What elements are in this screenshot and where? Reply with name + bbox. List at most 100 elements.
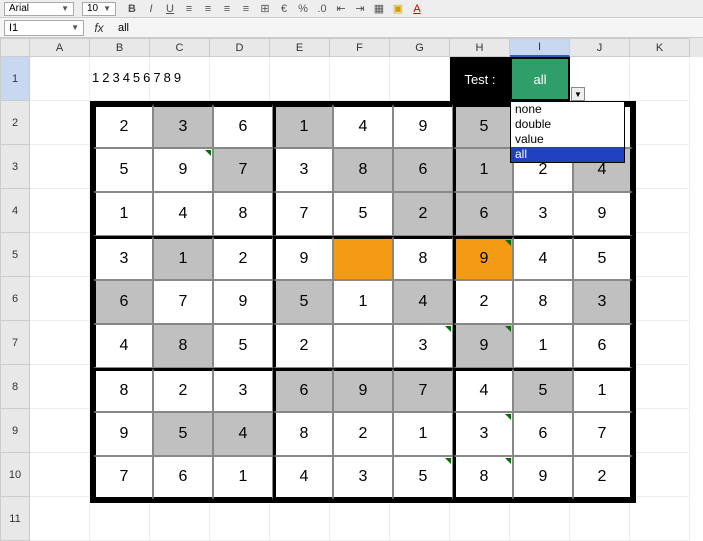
sudoku-cell-r9-c1[interactable]: 7 [93,456,153,500]
currency-icon[interactable]: € [276,2,292,16]
sudoku-cell-r1-c4[interactable]: 1 [273,104,333,148]
sudoku-cell-r4-c3[interactable]: 2 [213,236,273,280]
sudoku-cell-r9-c4[interactable]: 4 [273,456,333,500]
sudoku-cell-r5-c8[interactable]: 8 [513,280,573,324]
col-header-g[interactable]: G [390,38,450,57]
sudoku-cell-r4-c9[interactable]: 5 [573,236,633,280]
sudoku-cell-r3-c7[interactable]: 6 [453,192,513,236]
borders-icon[interactable]: ▦ [371,2,387,16]
validation-dropdown[interactable]: nonedoublevalueall [510,101,625,163]
font-size-selector[interactable]: 10 ▼ [82,2,116,16]
sudoku-cell-r9-c7[interactable]: 8 [453,456,513,500]
sudoku-cell-r8-c2[interactable]: 5 [153,412,213,456]
sudoku-cell-r2-c7[interactable]: 1 [453,148,513,192]
fx-label[interactable]: fx [84,21,114,35]
row-header-5[interactable]: 5 [0,233,30,277]
col-header-j[interactable]: J [570,38,630,57]
select-all-corner[interactable] [0,38,30,57]
sudoku-cell-r3-c9[interactable]: 9 [573,192,633,236]
sudoku-cell-r1-c3[interactable]: 6 [213,104,273,148]
bold-icon[interactable]: B [124,2,140,16]
col-header-b[interactable]: B [90,38,150,57]
font-name-selector[interactable]: Arial ▼ [4,2,74,16]
sudoku-cell-r4-c1[interactable]: 3 [93,236,153,280]
sudoku-cell-r3-c8[interactable]: 3 [513,192,573,236]
formula-input[interactable]: all [114,22,703,34]
sudoku-cell-r8-c4[interactable]: 8 [273,412,333,456]
sudoku-cell-r8-c5[interactable]: 2 [333,412,393,456]
sudoku-cell-r8-c6[interactable]: 1 [393,412,453,456]
indent-dec-icon[interactable]: ⇤ [333,2,349,16]
col-header-k[interactable]: K [630,38,690,57]
sudoku-cell-r7-c7[interactable]: 4 [453,368,513,412]
sudoku-cell-r7-c8[interactable]: 5 [513,368,573,412]
sudoku-cell-r2-c1[interactable]: 5 [93,148,153,192]
align-center-icon[interactable]: ≡ [200,2,216,16]
sudoku-cell-r1-c6[interactable]: 9 [393,104,453,148]
sudoku-cell-r6-c9[interactable]: 6 [573,324,633,368]
sudoku-cell-r9-c3[interactable]: 1 [213,456,273,500]
cell-area[interactable]: 123456789 Test : all ▼ nonedoublevalueal… [30,57,703,541]
sudoku-cell-r4-c8[interactable]: 4 [513,236,573,280]
sudoku-cell-r7-c3[interactable]: 3 [213,368,273,412]
sudoku-cell-r9-c8[interactable]: 9 [513,456,573,500]
col-header-h[interactable]: H [450,38,510,57]
row-header-9[interactable]: 9 [0,409,30,453]
sudoku-cell-r8-c3[interactable]: 4 [213,412,273,456]
sudoku-cell-r9-c6[interactable]: 5 [393,456,453,500]
underline-icon[interactable]: U [162,2,178,16]
col-header-d[interactable]: D [210,38,270,57]
fill-color-icon[interactable]: ▣ [390,2,406,16]
sudoku-cell-r5-c1[interactable]: 6 [93,280,153,324]
row-header-4[interactable]: 4 [0,189,30,233]
sudoku-cell-r2-c2[interactable]: 9 [153,148,213,192]
sudoku-cell-r1-c7[interactable]: 5 [453,104,513,148]
sudoku-cell-r4-c4[interactable]: 9 [273,236,333,280]
sudoku-cell-r6-c1[interactable]: 4 [93,324,153,368]
row-header-3[interactable]: 3 [0,145,30,189]
sudoku-cell-r8-c8[interactable]: 6 [513,412,573,456]
sudoku-cell-r1-c2[interactable]: 3 [153,104,213,148]
dropdown-item-all[interactable]: all [511,147,624,162]
sudoku-cell-r4-c2[interactable]: 1 [153,236,213,280]
row-header-7[interactable]: 7 [0,321,30,365]
row-header-11[interactable]: 11 [0,497,30,541]
sudoku-cell-r6-c4[interactable]: 2 [273,324,333,368]
dropdown-item-double[interactable]: double [511,117,624,132]
sudoku-cell-r5-c6[interactable]: 4 [393,280,453,324]
align-right-icon[interactable]: ≡ [219,2,235,16]
sudoku-cell-r7-c6[interactable]: 7 [393,368,453,412]
sudoku-cell-r3-c2[interactable]: 4 [153,192,213,236]
sudoku-cell-r1-c5[interactable]: 4 [333,104,393,148]
align-justify-icon[interactable]: ≡ [238,2,254,16]
row-header-6[interactable]: 6 [0,277,30,321]
italic-icon[interactable]: I [143,2,159,16]
sudoku-cell-r3-c3[interactable]: 8 [213,192,273,236]
active-cell-i1[interactable]: all [510,57,570,101]
sudoku-cell-r7-c4[interactable]: 6 [273,368,333,412]
sudoku-cell-r3-c5[interactable]: 5 [333,192,393,236]
merge-icon[interactable]: ⊞ [257,2,273,16]
sudoku-cell-r5-c4[interactable]: 5 [273,280,333,324]
sudoku-cell-r8-c9[interactable]: 7 [573,412,633,456]
row-header-2[interactable]: 2 [0,101,30,145]
row-header-1[interactable]: 1 [0,57,30,101]
sudoku-cell-r6-c2[interactable]: 8 [153,324,213,368]
sudoku-cell-r5-c7[interactable]: 2 [453,280,513,324]
sudoku-cell-r9-c5[interactable]: 3 [333,456,393,500]
sudoku-cell-r7-c2[interactable]: 2 [153,368,213,412]
sudoku-cell-r1-c1[interactable]: 2 [93,104,153,148]
col-header-i[interactable]: I [510,38,570,57]
sudoku-cell-r2-c6[interactable]: 6 [393,148,453,192]
sudoku-cell-r3-c6[interactable]: 2 [393,192,453,236]
font-color-icon[interactable]: A [409,2,425,16]
dropdown-button[interactable]: ▼ [571,87,585,101]
sudoku-cell-r7-c5[interactable]: 9 [333,368,393,412]
dropdown-item-value[interactable]: value [511,132,624,147]
sudoku-cell-r7-c1[interactable]: 8 [93,368,153,412]
col-header-e[interactable]: E [270,38,330,57]
decimal-icon[interactable]: .0 [314,2,330,16]
align-left-icon[interactable]: ≡ [181,2,197,16]
percent-icon[interactable]: % [295,2,311,16]
sudoku-cell-r8-c7[interactable]: 3 [453,412,513,456]
